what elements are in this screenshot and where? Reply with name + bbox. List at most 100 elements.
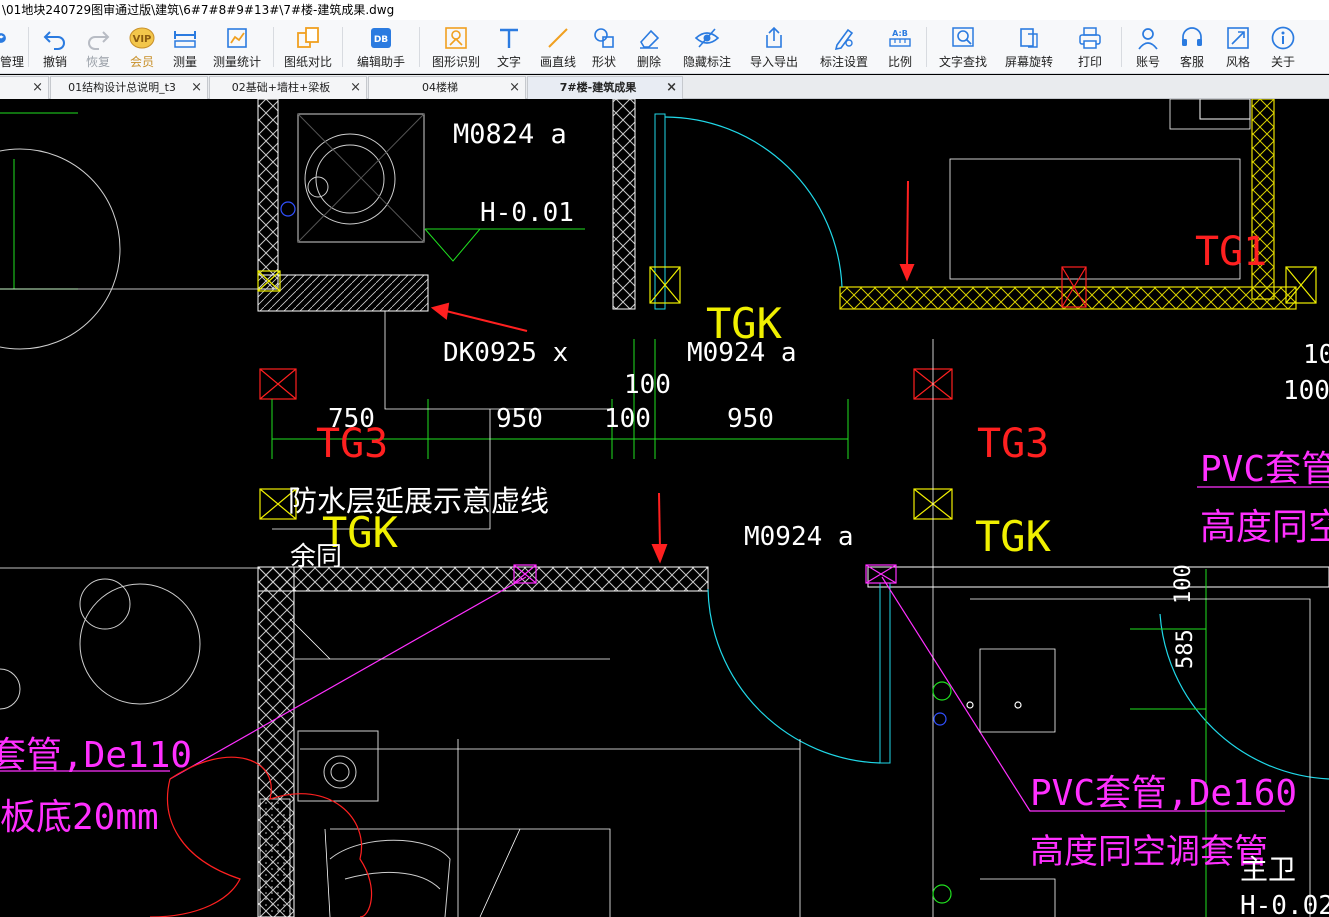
undo-icon xyxy=(43,31,65,50)
toolbar-separator xyxy=(28,27,29,67)
text-search-button[interactable]: 文字查找 xyxy=(933,20,993,74)
pvc-note-left-1: 套管,De110 xyxy=(0,735,192,776)
text-search-icon xyxy=(952,27,974,47)
label-h001: H-0.01 xyxy=(480,198,574,228)
pvc-note-bottom-2: 高度同空调套管 xyxy=(1030,832,1268,872)
vip-icon: VIP xyxy=(129,27,155,49)
close-icon[interactable]: × xyxy=(32,77,43,98)
washing-machine xyxy=(297,113,425,243)
account-button[interactable]: 账号 xyxy=(1128,20,1168,74)
style-icon xyxy=(1227,27,1249,49)
dim-100-vertical: 100 xyxy=(1171,564,1196,604)
export-icon xyxy=(766,26,782,48)
left-fixtures xyxy=(0,148,201,710)
ruler-icon xyxy=(174,31,196,48)
label-m0924-top: M0924 a xyxy=(687,338,797,368)
style-button[interactable]: 风格 xyxy=(1216,20,1260,74)
tab-structural-notes[interactable]: 01结构设计总说明_t3 × xyxy=(50,76,208,99)
print-button[interactable]: 打印 xyxy=(1065,20,1115,74)
eraser-icon xyxy=(640,29,660,49)
edit-assistant-icon: DB xyxy=(371,28,391,48)
user-icon xyxy=(1138,28,1158,50)
printer-icon xyxy=(1079,27,1101,49)
headset-icon xyxy=(1182,27,1202,46)
manage-button[interactable]: 管理 xyxy=(0,20,24,74)
drawing-canvas[interactable]: M0824 a H-0.01 TG1 TGK DK0925 x M0924 a … xyxy=(0,99,1329,917)
shape-icon xyxy=(594,28,614,48)
dim-100-c: 100 xyxy=(1303,340,1329,370)
rotate-screen-button[interactable]: 屏幕旋转 xyxy=(993,20,1065,74)
compare-icon xyxy=(297,27,319,48)
svg-text:DB: DB xyxy=(374,35,388,45)
label-main-bath: 主卫 xyxy=(1240,853,1296,886)
label-dk0925: DK0925 x xyxy=(443,338,568,368)
tab-foundation-walls[interactable]: 02基础+墙柱+梁板 × xyxy=(209,76,367,99)
toolbar-separator xyxy=(419,27,420,67)
toolbar-separator xyxy=(926,27,927,67)
about-button[interactable]: 关于 xyxy=(1260,20,1306,74)
tab-stairs[interactable]: 04楼梯 × xyxy=(368,76,526,99)
window-title: \01地块240729图审通过版\建筑\6#7#8#9#13#\7#楼-建筑成果… xyxy=(0,0,1329,20)
dim-950-a: 950 xyxy=(496,404,543,434)
pvc-note-right-2: 高度同空调套 xyxy=(1200,507,1329,548)
label-h002: H-0.02 xyxy=(1240,891,1329,917)
eye-hidden-icon xyxy=(694,28,720,48)
undo-button[interactable]: 撤销 xyxy=(35,20,75,74)
settings-pen-icon xyxy=(834,28,854,51)
label-m0924-mid: M0924 a xyxy=(744,522,854,552)
svg-text:A:B: A:B xyxy=(892,29,908,38)
text-button[interactable]: 文字 xyxy=(486,20,532,74)
dim-100-a: 100 xyxy=(624,370,671,400)
toilet-fixture xyxy=(329,839,451,917)
support-button[interactable]: 客服 xyxy=(1168,20,1216,74)
pvc-note-bottom-1: PVC套管,De160 xyxy=(1030,773,1297,814)
tab-building-7[interactable]: 7#楼-建筑成果 × xyxy=(527,76,683,99)
pvc-note-right-1: PVC套管, xyxy=(1200,449,1329,490)
label-tg1: TG1 xyxy=(1195,229,1267,275)
draw-line-button[interactable]: 画直线 xyxy=(532,20,584,74)
measure-button[interactable]: 测量 xyxy=(163,20,207,74)
shape-recognition-icon xyxy=(445,27,467,49)
compare-button[interactable]: 图纸对比 xyxy=(280,20,336,74)
label-tgk-right: TGK xyxy=(975,512,1052,561)
redo-button[interactable]: 恢复 xyxy=(75,20,121,74)
svg-text:VIP: VIP xyxy=(133,34,152,45)
annotation-settings-button[interactable]: 标注设置 xyxy=(808,20,880,74)
rest-same-note: 余同 xyxy=(290,542,342,572)
dim-950-b: 950 xyxy=(727,404,774,434)
measure-stats-button[interactable]: 测量统计 xyxy=(207,20,267,74)
scale-icon: A:B xyxy=(889,29,911,47)
pvc-note-left-2: 板底20mm xyxy=(0,797,159,838)
floor-drain xyxy=(297,730,379,802)
shape-button[interactable]: 形状 xyxy=(584,20,624,74)
label-m0824: M0824 a xyxy=(453,119,567,150)
dim-100-b: 100 xyxy=(604,404,651,434)
chart-icon xyxy=(227,28,247,48)
close-icon[interactable]: × xyxy=(350,77,361,98)
rotate-icon xyxy=(1020,28,1038,48)
toolbar-separator xyxy=(342,27,343,67)
cad-drawing[interactable]: M0824 a H-0.01 TG1 TGK DK0925 x M0924 a … xyxy=(0,99,1329,917)
scale-button[interactable]: A:B 比例 xyxy=(880,20,920,74)
text-icon xyxy=(500,28,518,48)
edit-assistant-button[interactable]: DB 编辑助手 xyxy=(349,20,413,74)
tab-previous-drawing[interactable]: × xyxy=(0,76,49,99)
layers-icon xyxy=(0,33,6,43)
dim-585: 585 xyxy=(1173,629,1198,669)
vip-button[interactable]: VIP 会员 xyxy=(121,20,163,74)
info-icon xyxy=(1271,26,1295,50)
close-icon[interactable]: × xyxy=(509,77,520,98)
close-icon[interactable]: × xyxy=(666,77,677,98)
dim-100-d: 100 xyxy=(1283,376,1329,406)
shape-recognition-button[interactable]: 图形识别 xyxy=(426,20,486,74)
hide-annotation-button[interactable]: 隐藏标注 xyxy=(674,20,740,74)
label-tg3-left: TG3 xyxy=(316,421,388,467)
redo-icon xyxy=(88,31,110,50)
label-tg3-right: TG3 xyxy=(977,421,1049,467)
close-icon[interactable]: × xyxy=(191,77,202,98)
toolbar-separator xyxy=(273,27,274,67)
line-icon xyxy=(548,28,568,48)
delete-button[interactable]: 删除 xyxy=(624,20,674,74)
import-export-button[interactable]: 导入导出 xyxy=(740,20,808,74)
toolbar-separator xyxy=(1121,27,1122,67)
